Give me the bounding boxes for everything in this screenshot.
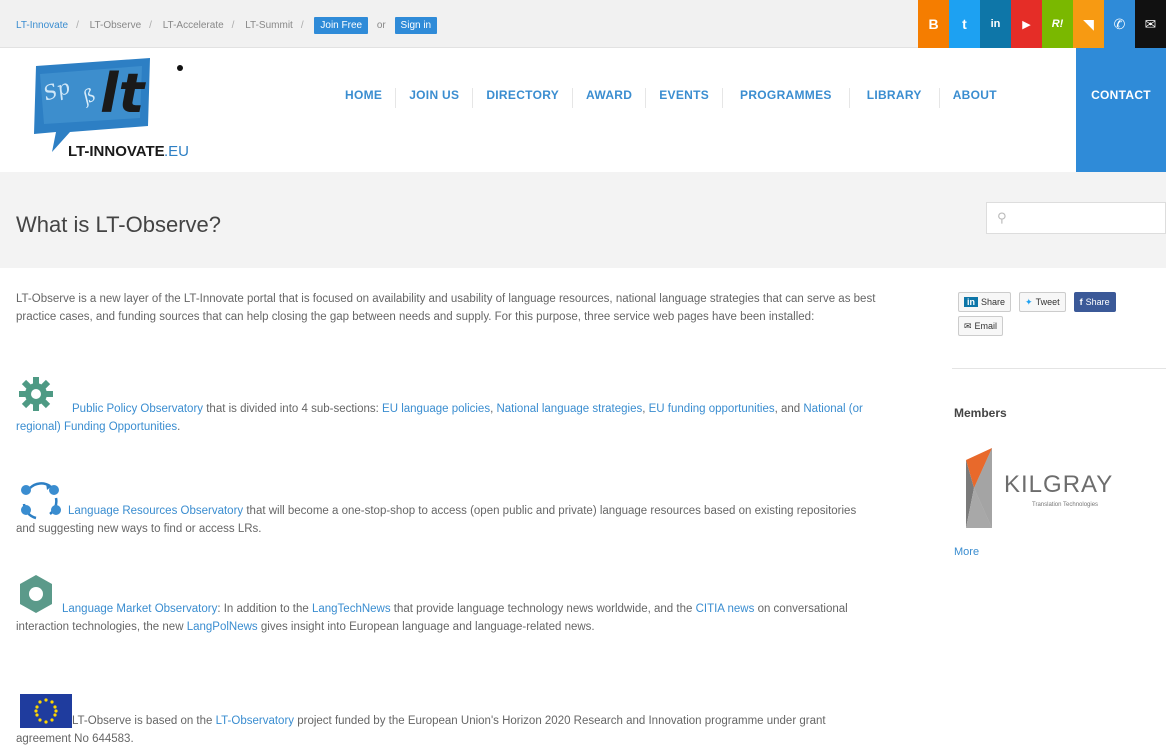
members-more-link[interactable]: More [954, 546, 979, 558]
nav-library[interactable]: LIBRARY [850, 88, 940, 108]
members-heading: Members [954, 406, 1007, 420]
intro-paragraph: LT-Observe is a new layer of the LT-Inno… [16, 293, 876, 323]
link-eu-language-policies[interactable]: EU language policies [382, 403, 490, 415]
main-content: LT-Observe is a new layer of the LT-Inno… [16, 290, 896, 745]
top-links: LT-Innovate / LT-Observe / LT-Accelerate / … [16, 17, 438, 34]
youtube-icon[interactable]: ▶ [1011, 0, 1042, 48]
top-link-lt-observe[interactable]: LT-Observe [90, 20, 142, 31]
nav-directory[interactable]: DIRECTORY [473, 88, 574, 108]
linkedin-icon[interactable]: in [980, 0, 1011, 48]
logo-text: LT-INNOVATE [68, 143, 165, 160]
link-public-policy-observatory[interactable]: Public Policy Observatory [72, 403, 203, 415]
link-eu-funding-opportunities[interactable]: EU funding opportunities [649, 403, 775, 415]
twitter-icon[interactable]: t [949, 0, 980, 48]
link-citia-news[interactable]: CITIA news [696, 603, 755, 615]
top-bar: LT-Innovate / LT-Observe / LT-Accelerate / … [0, 0, 1166, 48]
blogger-icon[interactable]: B [918, 0, 949, 48]
join-free-button[interactable]: Join Free [314, 17, 369, 34]
main-nav: HOME JOIN US DIRECTORY AWARD EVENTS PROG… [332, 88, 1010, 108]
link-language-market-observatory[interactable]: Language Market Observatory [62, 603, 217, 615]
eu-flag-icon [20, 694, 72, 728]
share-buttons: in Share ✦ Tweet f Share ✉ Email [958, 292, 1166, 340]
social-icons: B t in ▶ R! ◥ ✆ ✉ [918, 0, 1166, 48]
search-icon[interactable]: ⚲ [997, 210, 1007, 226]
link-national-language-strategies[interactable]: National language strategies [496, 403, 642, 415]
logo-suffix: .EU [164, 143, 189, 160]
nav-contact[interactable]: CONTACT [1076, 48, 1166, 172]
facebook-icon: f [1079, 297, 1083, 307]
eu-paragraph: LT-Observe is based on the LT-Observator… [16, 715, 826, 745]
nav-about[interactable]: ABOUT [940, 88, 1010, 108]
search-box: ⚲ [986, 202, 1166, 234]
kilgray-logo-icon: KILGRAY Translation Technologies [966, 448, 1113, 528]
nav-join-us[interactable]: JOIN US [396, 88, 474, 108]
title-band: What is LT-Observe? ⚲ [0, 172, 1166, 268]
lro-block: Language Resources Observatory that will… [16, 476, 876, 538]
nav-events[interactable]: EVENTS [646, 88, 724, 108]
site-header: Sp ß lt LT-INNOVATE .EU HOME JOIN US DIR… [0, 48, 1166, 172]
link-language-resources-observatory[interactable]: Language Resources Observatory [68, 505, 243, 517]
site-logo[interactable]: Sp ß lt LT-INNOVATE .EU [30, 52, 210, 164]
search-input[interactable] [1015, 207, 1155, 229]
or-label: or [376, 20, 386, 31]
nav-programmes[interactable]: PROGRAMMES [723, 88, 850, 108]
rss-icon[interactable]: ◥ [1073, 0, 1104, 48]
eu-block: LT-Observe is based on the LT-Observator… [16, 694, 876, 748]
linkedin-share-icon: in [964, 297, 978, 307]
svg-text:Translation Technologies: Translation Technologies [1032, 502, 1098, 508]
ppo-block: Public Policy Observatory that is divide… [16, 376, 876, 436]
sidebar-divider [952, 368, 1166, 369]
top-link-lt-innovate[interactable]: LT-Innovate [16, 20, 68, 31]
top-link-lt-accelerate[interactable]: LT-Accelerate [163, 20, 224, 31]
svg-text:KILGRAY: KILGRAY [1004, 471, 1113, 498]
nav-award[interactable]: AWARD [573, 88, 647, 108]
ppo-paragraph: Public Policy Observatory that is divide… [16, 403, 863, 433]
nav-home[interactable]: HOME [332, 88, 397, 108]
link-langtechnews[interactable]: LangTechNews [312, 603, 391, 615]
facebook-share-button[interactable]: f Share [1073, 292, 1116, 312]
email-icon[interactable]: ✉ [1135, 0, 1166, 48]
lro-paragraph: Language Resources Observatory that will… [16, 505, 857, 535]
page-title: What is LT-Observe? [16, 212, 221, 237]
top-link-lt-summit[interactable]: LT-Summit [245, 20, 293, 31]
phone-icon[interactable]: ✆ [1104, 0, 1135, 48]
logo-icon: Sp ß lt LT-INNOVATE .EU [34, 58, 189, 160]
email-share-icon: ✉ [964, 320, 972, 331]
kilgray-logo[interactable]: KILGRAY Translation Technologies [952, 444, 1142, 536]
tweet-button[interactable]: ✦ Tweet [1019, 292, 1066, 312]
lmo-paragraph: Language Market Observatory: In addition… [16, 603, 848, 633]
link-lt-observatory[interactable]: LT-Observatory [216, 715, 294, 727]
svg-text:lt: lt [100, 62, 147, 125]
twitter-bird-icon: ✦ [1025, 296, 1033, 307]
linkedin-share-button[interactable]: in Share [958, 292, 1012, 312]
sign-in-button[interactable]: Sign in [394, 17, 438, 34]
email-share-button[interactable]: ✉ Email [958, 316, 1004, 336]
link-langpolnews[interactable]: LangPolNews [187, 621, 258, 633]
ruby-icon[interactable]: R! [1042, 0, 1073, 48]
lmo-block: Language Market Observatory: In addition… [16, 574, 892, 636]
